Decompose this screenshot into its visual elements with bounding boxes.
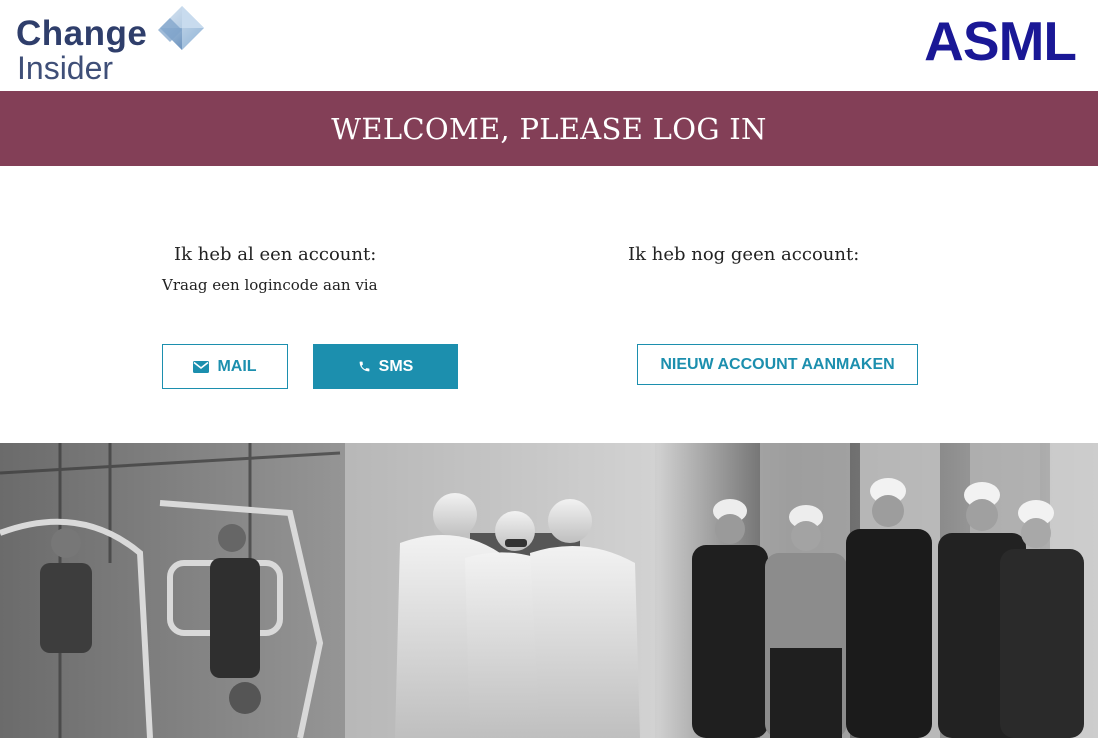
welcome-banner: WELCOME, PLEASE LOG IN xyxy=(0,91,1098,166)
create-account-button[interactable]: NIEUW ACCOUNT AANMAKEN xyxy=(637,344,918,385)
sms-login-button[interactable]: SMS xyxy=(313,344,458,389)
asml-logo: ASML xyxy=(924,10,1077,72)
diamond-logo-icon xyxy=(158,6,204,50)
logo-word-insider: Insider xyxy=(17,50,114,86)
login-code-instruction: Vraag een logincode aan via xyxy=(162,276,378,294)
change-insider-logo: Change Insider xyxy=(16,4,216,86)
create-account-label: NIEUW ACCOUNT AANMAKEN xyxy=(660,355,895,373)
envelope-icon xyxy=(193,360,210,373)
workers-photo-collage xyxy=(0,443,1098,738)
logo-word-change: Change xyxy=(16,14,148,53)
sms-button-label: SMS xyxy=(378,357,414,375)
mail-button-label: MAIL xyxy=(217,357,257,375)
mail-login-button[interactable]: MAIL xyxy=(162,344,288,389)
new-account-heading: Ik heb nog geen account: xyxy=(628,244,860,265)
photo-collage-image xyxy=(0,443,1098,738)
page-title: WELCOME, PLEASE LOG IN xyxy=(331,111,767,146)
phone-icon xyxy=(359,361,370,372)
existing-account-heading: Ik heb al een account: xyxy=(174,244,377,265)
